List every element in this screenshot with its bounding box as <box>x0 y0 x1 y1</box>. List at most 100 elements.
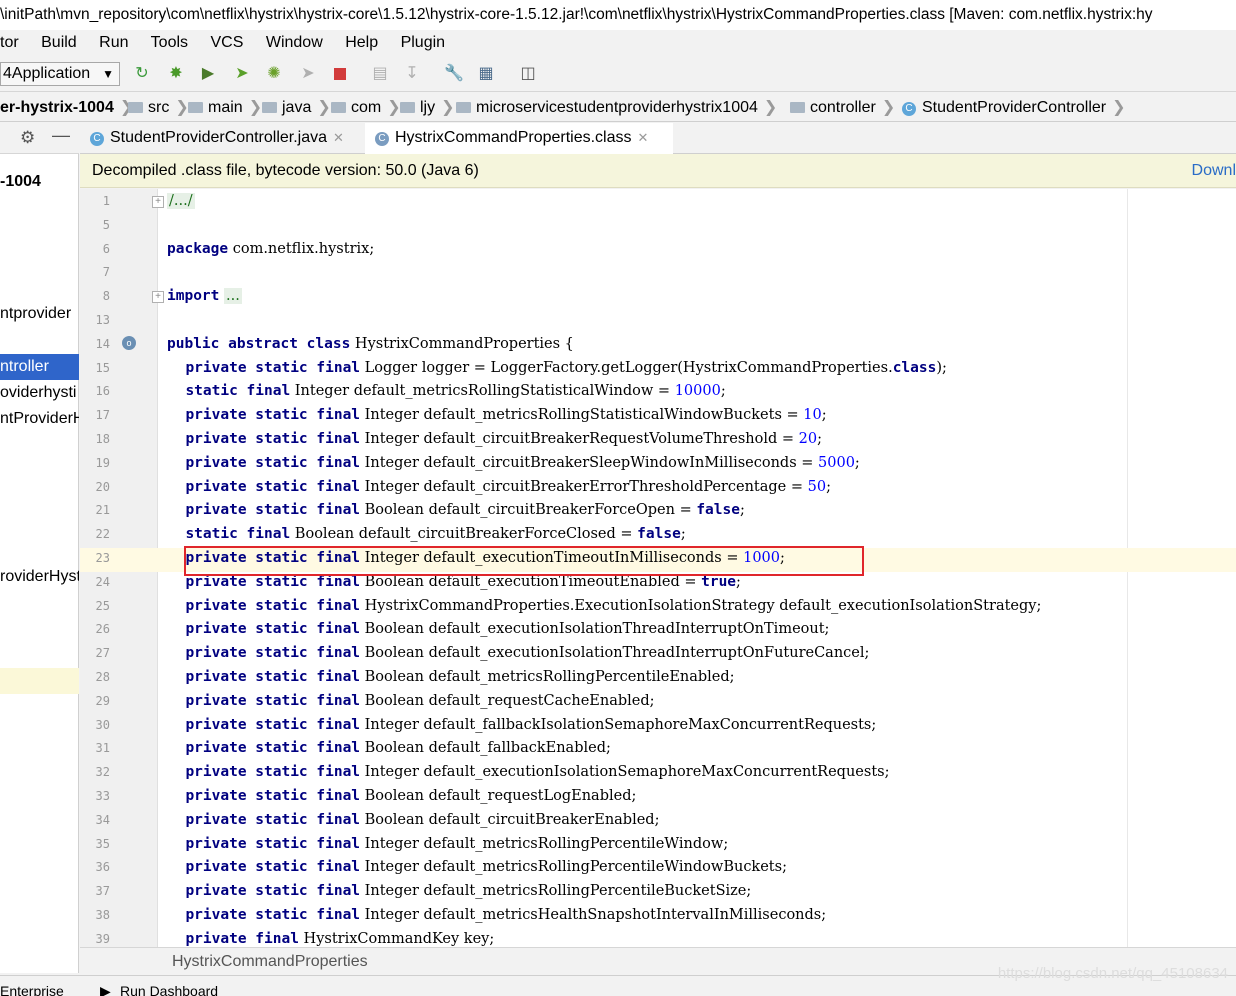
run-configuration-select[interactable]: 4Application ▼ <box>0 62 120 86</box>
code-line[interactable]: 27 private static final Boolean default_… <box>80 643 1236 667</box>
code-line[interactable]: 6 package com.netflix.hystrix; <box>80 239 1236 263</box>
rerun-icon[interactable]: ↻ <box>132 64 152 84</box>
minimize-icon[interactable]: — <box>52 125 70 146</box>
menu-tools[interactable]: Tools <box>151 34 188 51</box>
fold-toggle-icon[interactable]: + <box>152 196 164 208</box>
code-line[interactable]: 36 private static final Integer default_… <box>80 857 1236 881</box>
tab-hystrix-command-properties[interactable]: C HystrixCommandProperties.class ✕ <box>365 123 673 157</box>
code-line[interactable]: 13 <box>80 310 1236 334</box>
folder-icon <box>262 102 277 113</box>
menu-run[interactable]: Run <box>99 34 128 51</box>
code-line[interactable]: 21 private static final Boolean default_… <box>80 500 1236 524</box>
project-tree-item[interactable]: ntProviderH <box>0 410 79 428</box>
breadcrumb-item-java[interactable]: java ❯ <box>262 93 331 122</box>
menu-plugin[interactable]: Plugin <box>401 34 445 51</box>
debug-jrebel-icon[interactable]: ✺ <box>264 64 284 84</box>
code-line[interactable]: 25 private static final HystrixCommandPr… <box>80 596 1236 620</box>
code-line[interactable]: 30 private static final Integer default_… <box>80 715 1236 739</box>
line-number: 17 <box>95 408 110 423</box>
code-line[interactable]: 15 private static final Logger logger = … <box>80 358 1236 382</box>
breadcrumb-item-com[interactable]: com ❯ <box>331 93 401 122</box>
code-line[interactable]: 33 private static final Boolean default_… <box>80 786 1236 810</box>
line-number: 37 <box>95 884 110 899</box>
tab-label: HystrixCommandProperties.class <box>395 129 632 146</box>
fold-toggle-icon[interactable]: + <box>152 291 164 304</box>
code-line[interactable]: 26 private static final Boolean default_… <box>80 619 1236 643</box>
code-text: private static final HystrixCommandPrope… <box>185 597 1042 614</box>
project-structure-icon[interactable]: ▤ <box>370 64 390 84</box>
tool-window-enterprise[interactable]: Enterprise <box>0 976 64 996</box>
project-tree-item[interactable]: oviderhysti <box>0 384 79 402</box>
code-line[interactable]: 8 + import ... <box>80 286 1236 310</box>
download-icon[interactable]: ↧ <box>402 64 422 84</box>
breadcrumb-label: ljy <box>420 99 436 116</box>
breadcrumb-item-src[interactable]: src ❯ <box>128 93 189 122</box>
code-line[interactable]: 14 public abstract class HystrixCommandPr… <box>80 334 1236 358</box>
code-line[interactable]: 38 private static final Integer default_… <box>80 905 1236 929</box>
run-jrebel-icon[interactable]: ➤ <box>232 64 252 84</box>
project-tree-item-selected[interactable]: ntroller <box>0 354 79 380</box>
project-tree-item[interactable]: ntprovider <box>0 305 79 323</box>
line-number: 31 <box>95 741 110 756</box>
breadcrumb-item-class[interactable]: C StudentProviderController ❯ <box>902 93 1126 122</box>
line-number: 38 <box>95 908 110 922</box>
breadcrumb-item-controller[interactable]: controller ❯ <box>790 93 895 122</box>
code-line[interactable]: 29 private static final Boolean default_… <box>80 691 1236 715</box>
code-line[interactable]: 1 +/.../ <box>80 191 1236 215</box>
code-line[interactable]: 19 private static final Integer default_… <box>80 453 1236 477</box>
class-icon: C <box>375 132 389 146</box>
close-icon[interactable]: ✕ <box>638 130 649 145</box>
line-number: 14 <box>95 336 110 351</box>
tool-window-run-dashboard[interactable]: Run Dashboard <box>120 976 218 996</box>
code-text: private static final Boolean default_req… <box>185 788 637 804</box>
code-text: private final HystrixCommandKey key; <box>185 930 495 947</box>
breadcrumb-item-module[interactable]: er-hystrix-1004 ❯ <box>0 93 133 122</box>
line-number: 36 <box>95 860 110 875</box>
debug-icon[interactable]: ✸ <box>166 64 186 84</box>
code-line[interactable]: 18 private static final Integer default_… <box>80 429 1236 453</box>
breadcrumb-item-ljy[interactable]: ljy ❯ <box>400 93 455 122</box>
menu-editor[interactable]: tor <box>0 34 19 51</box>
code-line[interactable]: 39 private final HystrixCommandKey key; <box>80 929 1236 947</box>
code-line[interactable]: 28 private static final Boolean default_… <box>80 667 1236 691</box>
download-sources-link[interactable]: Downl <box>1192 154 1236 187</box>
menu-vcs[interactable]: VCS <box>210 34 243 51</box>
menu-help[interactable]: Help <box>345 34 378 51</box>
code-line[interactable]: 16 static final Integer default_metricsR… <box>80 381 1236 405</box>
code-editor[interactable]: 1 +/.../5 6 package com.netflix.hystrix; 7 8 +… <box>80 189 1236 947</box>
implemented-marker-icon[interactable]: o <box>122 336 136 350</box>
breadcrumb-item-package[interactable]: microservicestudentproviderhystrix1004 ❯ <box>456 93 777 122</box>
code-line[interactable]: 37 private static final Integer default_… <box>80 881 1236 905</box>
code-text: private static final Integer default_cir… <box>185 454 860 471</box>
code-line[interactable]: 20 private static final Integer default_… <box>80 477 1236 501</box>
tab-student-provider-controller[interactable]: C StudentProviderController.java ✕ <box>80 123 372 154</box>
layout-icon[interactable]: ◫ <box>518 64 538 84</box>
coverage-icon[interactable]: ▶ <box>198 64 218 84</box>
code-text: private static final Integer default_met… <box>185 907 827 923</box>
line-number: 26 <box>95 622 110 637</box>
code-line[interactable]: 17 private static final Integer default_… <box>80 405 1236 429</box>
sdk-icon[interactable]: ▦ <box>476 64 496 84</box>
code-line[interactable]: 35 private static final Integer default_… <box>80 834 1236 858</box>
menu-window[interactable]: Window <box>266 34 323 51</box>
stop-icon[interactable] <box>330 64 350 84</box>
code-line[interactable]: 34 private static final Boolean default_… <box>80 810 1236 834</box>
code-line[interactable]: 7 <box>80 262 1236 286</box>
folder-icon <box>331 102 346 113</box>
code-line[interactable]: 22 static final Boolean default_circuitB… <box>80 524 1236 548</box>
code-line[interactable]: 31 private static final Boolean default_… <box>80 738 1236 762</box>
gear-icon[interactable]: ⚙ <box>20 128 35 148</box>
code-line[interactable]: 5 <box>80 215 1236 239</box>
settings-wrench-icon[interactable]: 🔧 <box>444 64 464 84</box>
run-configuration-label: 4Application <box>3 65 91 82</box>
project-tree-item[interactable]: -1004 <box>0 173 79 191</box>
structure-class-name[interactable]: HystrixCommandProperties <box>172 953 368 970</box>
line-number: 15 <box>95 360 110 375</box>
code-line[interactable]: 32 private static final Integer default_… <box>80 762 1236 786</box>
build-icon[interactable]: ➤ <box>298 64 318 84</box>
breadcrumb-item-main[interactable]: main ❯ <box>188 93 262 122</box>
line-number: 33 <box>95 789 110 803</box>
project-tree-item[interactable]: roviderHyst <box>0 568 79 586</box>
menu-build[interactable]: Build <box>41 34 77 51</box>
close-icon[interactable]: ✕ <box>333 130 344 145</box>
